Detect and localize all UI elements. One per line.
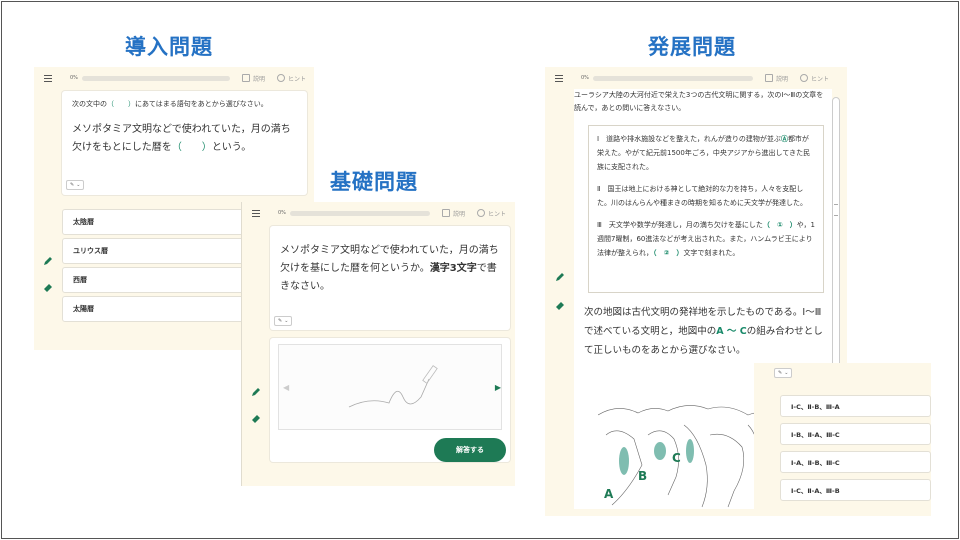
chevron-down-icon: ⌄: [284, 318, 289, 324]
answer-button[interactable]: 解答する: [434, 438, 506, 462]
edit-icon: ✎: [70, 182, 75, 188]
advanced-topbar: 0% 説明 ヒント: [545, 67, 847, 89]
chevron-down-icon: ⌄: [76, 182, 81, 188]
handwriting-canvas[interactable]: ◀ ▶: [278, 344, 502, 430]
progress-bar: [81, 75, 230, 81]
advanced-choice-4[interactable]: Ⅰ-C、Ⅱ-A、Ⅲ-B: [780, 479, 931, 501]
chevron-down-icon: ⌄: [784, 370, 789, 376]
intro-question: メソポタミア文明などで使われていた，月の満ち欠けをもとにした暦を（ ）という。: [72, 124, 291, 153]
advanced-choice-3[interactable]: Ⅰ-A、Ⅱ-B、Ⅲ-C: [780, 451, 931, 473]
edit-chip[interactable]: ✎ ⌄: [774, 368, 793, 378]
hint-button[interactable]: ヒント: [799, 74, 829, 83]
lightbulb-icon: [799, 74, 808, 82]
intro-question-card: 次の文中の（ ）にあてはまる語句をあとから選びなさい。 メソポタミア文明などで使…: [62, 91, 307, 195]
edit-chip[interactable]: ✎ ⌄: [274, 316, 293, 326]
lightbulb-icon: [276, 74, 285, 82]
basic-panel: 0% 説明 ヒント メソポタミア文明などで使われていた，月の満ち欠けを基にした暦…: [241, 202, 515, 486]
advanced-question: 次の地図は古代文明の発祥地を示したものである。Ⅰ～Ⅲで述べている文明と，地図中の…: [584, 307, 823, 356]
progress-percent: 0%: [278, 210, 286, 216]
heading-intro: 導入問題: [125, 35, 213, 59]
edit-icon: ✎: [778, 370, 783, 376]
progress-bar: [289, 210, 430, 216]
progress-percent: 0%: [581, 75, 589, 81]
basic-question: メソポタミア文明などで使われていた，月の満ち欠けを基にした暦を何というか。漢字3…: [280, 245, 499, 292]
menu-icon[interactable]: [252, 208, 260, 219]
hint-button[interactable]: ヒント: [476, 209, 506, 218]
edit-icon: ✎: [278, 318, 283, 324]
heading-basic: 基礎問題: [330, 170, 418, 194]
passage-box: Ⅰ 道路や排水施設などを整えた，れんが造りの建物が並ぶⒶ都市が栄えた。やがて紀元…: [588, 125, 824, 293]
hint-button[interactable]: ヒント: [276, 74, 306, 83]
basic-topbar: 0% 説明 ヒント: [242, 202, 515, 224]
pen-icon[interactable]: [250, 386, 262, 398]
advanced-choices-panel: ✎ ⌄ Ⅰ-C、Ⅱ-B、Ⅲ-A Ⅰ-B、Ⅱ-A、Ⅲ-C Ⅰ-A、Ⅱ-B、Ⅲ-C Ⅰ…: [754, 363, 931, 516]
advanced-instruction: ユーラシア大陸の大河付近で栄えた3つの古代文明に関する，次のⅠ～Ⅲの文章を読んで…: [574, 91, 824, 112]
passage-3: Ⅲ 天文学や数学が発達し，月の満ち欠けを基にした（ ① ）や，1週間7曜制，60…: [597, 221, 815, 257]
chevron-right-icon[interactable]: ▶: [495, 383, 501, 392]
advanced-choice-2[interactable]: Ⅰ-B、Ⅱ-A、Ⅲ-C: [780, 423, 931, 445]
menu-icon[interactable]: [44, 73, 52, 84]
eraser-icon[interactable]: [250, 412, 262, 424]
progress-bar: [592, 75, 753, 81]
basic-question-card: メソポタミア文明などで使われていた，月の満ち欠けを基にした暦を何というか。漢字3…: [270, 226, 510, 330]
map-label-a: A: [604, 487, 614, 501]
intro-instruction: 次の文中の（ ）にあてはまる語句をあとから選びなさい。: [72, 100, 268, 108]
eraser-icon[interactable]: [42, 281, 54, 293]
eraser-icon[interactable]: [554, 299, 566, 311]
edit-chip[interactable]: ✎ ⌄: [66, 180, 85, 190]
pen-icon[interactable]: [554, 271, 566, 283]
chevron-left-icon[interactable]: ◀: [283, 383, 289, 392]
progress-percent: 0%: [70, 75, 78, 81]
map-label-c: C: [672, 451, 681, 465]
advanced-choice-1[interactable]: Ⅰ-C、Ⅱ-B、Ⅲ-A: [780, 395, 931, 417]
scrollbar-grip[interactable]: [834, 204, 838, 216]
explain-button[interactable]: 説明: [241, 74, 265, 83]
explain-button[interactable]: 説明: [441, 209, 465, 218]
pen-sketch-icon: [348, 365, 438, 408]
intro-topbar: 0% 説明 ヒント: [34, 67, 314, 89]
document-icon: [764, 74, 773, 82]
map-label-b: B: [638, 469, 648, 483]
passage-2: Ⅱ 国王は地上における神として絶対的な力を持ち，人々を支配した。川のはんらんや種…: [597, 185, 807, 207]
heading-advanced: 発展問題: [648, 35, 736, 59]
pen-icon[interactable]: [42, 255, 54, 267]
document-icon: [241, 74, 250, 82]
document-icon: [441, 209, 450, 217]
map-image: [598, 395, 778, 509]
explain-button[interactable]: 説明: [764, 74, 788, 83]
passage-1: Ⅰ 道路や排水施設などを整えた，れんが造りの建物が並ぶⒶ都市が栄えた。やがて紀元…: [597, 135, 811, 171]
lightbulb-icon: [476, 209, 485, 217]
menu-icon[interactable]: [555, 73, 563, 84]
handwriting-card: ◀ ▶ 解答する: [270, 338, 510, 462]
